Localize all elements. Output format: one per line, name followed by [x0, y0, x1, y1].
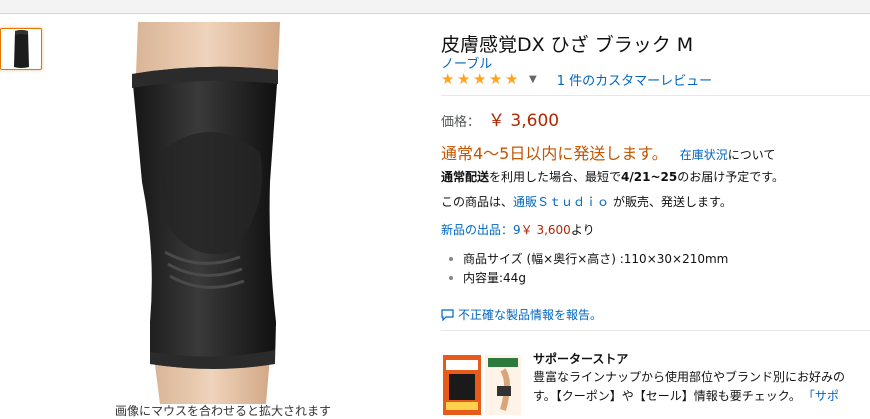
store-desc-line: す。【クーポン】や【セール】情報も要チェック。 「サポ — [533, 387, 870, 406]
seller-link[interactable]: 通販Ｓｔｕｄｉｏ — [513, 195, 609, 209]
price-row: 価格： ￥ 3,600 — [441, 106, 559, 131]
star-icon[interactable]: ★ — [441, 71, 456, 87]
price-value: ￥ 3,600 — [488, 111, 560, 131]
price-label: 価格： — [441, 115, 481, 130]
new-offers-suffix: より — [570, 223, 595, 237]
divider — [441, 95, 870, 96]
store-desc-line: 豊富なラインナップから使用部位やブランド別にお好みの — [533, 370, 846, 384]
seller-suffix: が販売、発送します。 — [613, 195, 732, 209]
star-icon[interactable]: ★ — [457, 71, 472, 87]
delivery-date: 4/21~25 — [621, 170, 678, 184]
top-search-bar-edge — [0, 0, 870, 14]
knee-sleeve-thumbnail-icon — [14, 30, 29, 68]
feature-text: 商品サイズ (幅×奥行×高さ) :110×30×210mm — [463, 252, 729, 266]
speech-bubble-icon — [441, 308, 454, 321]
divider — [441, 330, 870, 331]
seller-info: この商品は、通販Ｓｔｕｄｉｏ が販売、発送します。 — [441, 193, 732, 210]
new-offers-row: 新品の出品：9￥ 3,600より — [441, 221, 595, 238]
availability-row: 通常4～5日以内に発送します。 在庫状況 について — [441, 140, 775, 164]
store-link[interactable]: 「サポ — [809, 389, 839, 403]
report-incorrect-info[interactable]: 不正確な製品情報を報告。 — [441, 306, 602, 323]
delivery-info: 通常配送を利用した場合、最短で4/21~25のお届け予定です。 — [441, 168, 784, 185]
report-link[interactable]: 不正確な製品情報を報告。 — [458, 306, 602, 323]
list-item: 商品サイズ (幅×奥行×高さ) :110×30×210mm — [441, 249, 728, 268]
stock-status-link[interactable]: 在庫状況 — [680, 146, 728, 163]
new-offers-link[interactable]: 新品の出品：9 — [441, 223, 521, 237]
store-desc-text: す。【クーポン】や【セール】情報も要チェック。 — [533, 389, 801, 403]
bullet-dot — [449, 275, 453, 280]
rating-row: ★ ★ ★ ★ ★ ▼ 1 件のカスタマーレビュー — [441, 70, 712, 89]
list-item: 内容量:44g — [441, 268, 728, 287]
product-thumbnail[interactable] — [0, 28, 42, 70]
image-zoom-caption: 画像にマウスを合わせると拡大されます — [115, 404, 332, 418]
stock-status-suffix: について — [727, 148, 776, 162]
feature-bullets: 商品サイズ (幅×奥行×高さ) :110×30×210mm 内容量:44g — [441, 249, 728, 287]
delivery-text-tail: のお届け予定です。 — [677, 170, 785, 184]
customer-reviews-link[interactable]: 1 件のカスタマーレビュー — [557, 70, 712, 89]
new-offers-price[interactable]: ￥ 3,600 — [521, 223, 571, 237]
delivery-text: を利用した場合、最短で — [489, 170, 622, 184]
product-main-image[interactable] — [120, 22, 310, 404]
store-title[interactable]: サポーターストア — [533, 350, 628, 367]
delivery-method: 通常配送 — [441, 170, 490, 184]
bullet-dot — [449, 256, 453, 261]
star-icon[interactable]: ★ — [489, 71, 504, 87]
feature-text: 内容量:44g — [463, 271, 526, 285]
availability-text: 通常4～5日以内に発送します。 — [441, 144, 668, 163]
seller-prefix: この商品は、 — [441, 195, 514, 209]
star-icon[interactable]: ★ — [505, 71, 520, 87]
star-icon[interactable]: ★ — [473, 71, 488, 87]
chevron-down-icon[interactable]: ▼ — [529, 74, 537, 85]
supporter-store-banner[interactable] — [441, 352, 523, 417]
store-description: 豊富なラインナップから使用部位やブランド別にお好みの す。【クーポン】や【セール… — [533, 368, 870, 406]
